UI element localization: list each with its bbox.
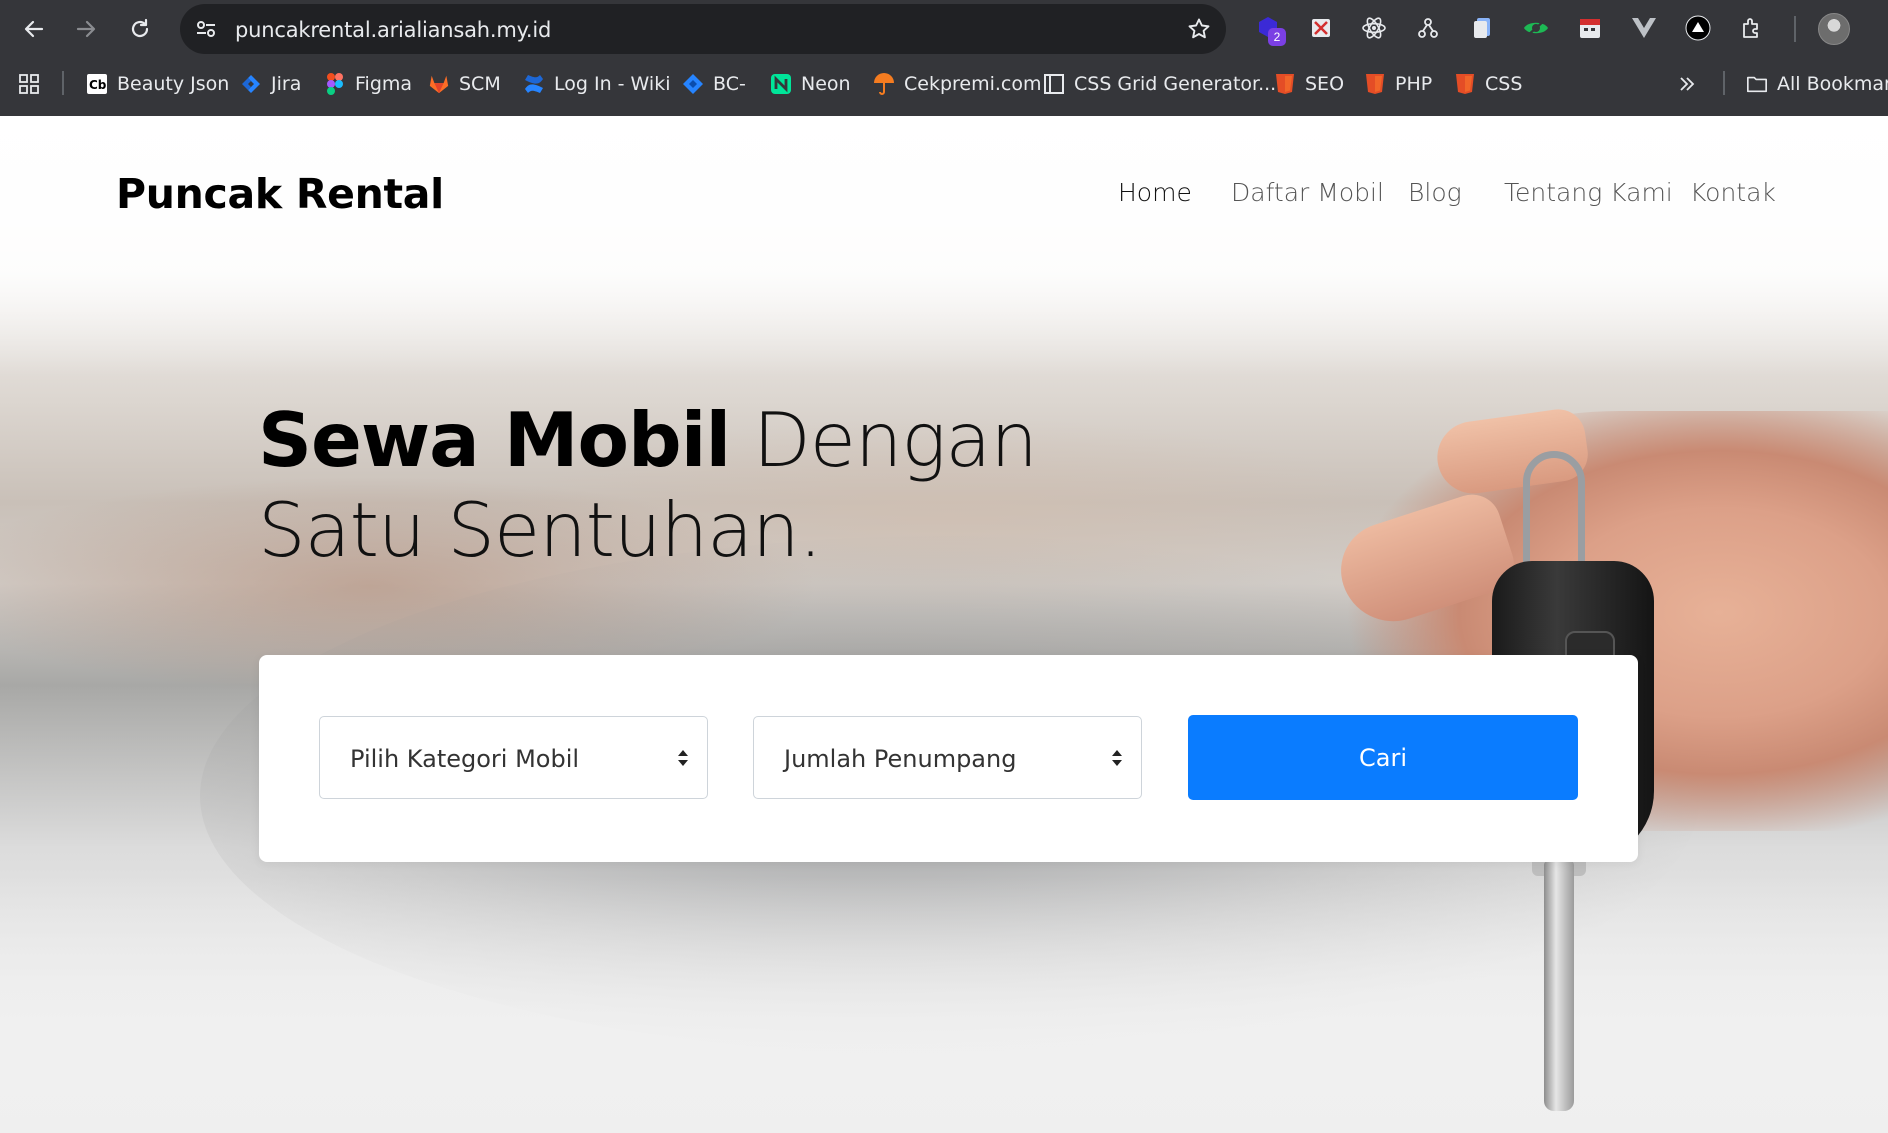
bookmark-label: Jira [271, 73, 302, 95]
url-text[interactable]: puncakrental.arialiansah.my.id [235, 18, 551, 42]
html5-icon [1454, 73, 1476, 95]
back-button[interactable] [16, 11, 52, 47]
extensions-puzzle-icon[interactable] [1738, 14, 1766, 42]
arrow-right-icon [76, 20, 96, 38]
category-select[interactable]: Pilih Kategori Mobil [319, 716, 708, 799]
bookmark-cekpremi[interactable]: Cekpremi.com [873, 70, 1042, 98]
hero-heading-light: Dengan [753, 396, 1038, 484]
site-logo[interactable]: Puncak Rental [116, 170, 444, 218]
select-arrows-icon [678, 750, 688, 766]
bookmark-jira[interactable]: Jira [240, 70, 301, 98]
arrow-left-icon [24, 20, 44, 38]
bookmark-bc[interactable]: BC- [682, 70, 746, 98]
toolbar-divider [1794, 16, 1796, 42]
nav-tentang-kami[interactable]: Tentang Kami [1504, 178, 1673, 207]
search-card: Pilih Kategori Mobil Jumlah Penumpang Ca… [259, 655, 1638, 862]
bookmark-label: PHP [1395, 73, 1433, 95]
bookmark-label: Neon [801, 73, 851, 95]
bookmarks-divider [1723, 71, 1725, 95]
nav-kontak[interactable]: Kontak [1690, 178, 1776, 207]
hero-heading: Sewa Mobil Dengan [258, 396, 1038, 484]
bookmark-scm[interactable]: SCM [428, 70, 501, 98]
category-select-value: Pilih Kategori Mobil [350, 745, 580, 773]
svg-text:Cb: Cb [89, 78, 107, 92]
nav-blog[interactable]: Blog [1408, 178, 1462, 207]
address-bar[interactable]: puncakrental.arialiansah.my.id [180, 4, 1226, 54]
search-button[interactable]: Cari [1188, 715, 1578, 800]
nav-daftar-mobil[interactable]: Daftar Mobil [1231, 178, 1384, 207]
profile-avatar[interactable] [1818, 13, 1850, 45]
bookmark-star-icon[interactable] [1186, 16, 1212, 42]
grid-icon [1043, 73, 1065, 95]
bookmark-seo[interactable]: SEO [1274, 70, 1344, 98]
bookmark-label: BC- [713, 73, 746, 95]
jira-icon [240, 73, 262, 95]
react-devtools-icon[interactable] [1360, 14, 1388, 42]
web-page: Puncak Rental Home Daftar Mobil Blog Ten… [0, 116, 1888, 1133]
car-key-image [1544, 861, 1574, 1111]
all-bookmarks-button[interactable]: All Bookmark [1746, 70, 1888, 98]
background-fade [0, 876, 1888, 1133]
background-fade [0, 116, 1888, 376]
hero-heading-line2: Satu Sentuhan. [258, 486, 822, 574]
vue-devtools-icon[interactable] [1630, 14, 1658, 42]
bookmark-label: Beauty Json [117, 73, 230, 95]
more-bookmarks-button[interactable] [1676, 70, 1707, 98]
bookmarks-divider [62, 71, 64, 95]
bookmark-label: CSS Grid Generator... [1074, 73, 1277, 95]
extension-graph-icon[interactable] [1414, 14, 1442, 42]
diamond-icon [682, 73, 704, 95]
html5-icon [1274, 73, 1296, 95]
reload-icon [131, 18, 149, 38]
browser-chrome: puncakrental.arialiansah.my.id 2 Cb Beau… [0, 0, 1888, 116]
extension-calendar-icon[interactable] [1576, 14, 1604, 42]
extension-eye-icon[interactable] [1522, 14, 1550, 42]
passenger-select-value: Jumlah Penumpang [784, 745, 1017, 773]
forward-button[interactable] [68, 11, 104, 47]
bookmark-label: Figma [355, 73, 413, 95]
bookmark-log-in-wiki[interactable]: Log In - Wiki [523, 70, 671, 98]
bookmark-label: CSS [1485, 73, 1523, 95]
gitlab-icon [428, 73, 450, 95]
figma-icon [324, 73, 346, 95]
bookmark-label: SEO [1305, 73, 1345, 95]
bookmark-css-grid-generator[interactable]: CSS Grid Generator... [1043, 70, 1276, 98]
bookmark-label: Log In - Wiki [554, 73, 671, 95]
extension-screenshot-icon[interactable] [1307, 14, 1335, 42]
browser-toolbar: puncakrental.arialiansah.my.id 2 [0, 0, 1888, 58]
hero-heading-bold: Sewa Mobil [258, 396, 731, 484]
cb-icon: Cb [86, 73, 108, 95]
apps-grid-button[interactable] [18, 70, 49, 98]
bookmark-label: SCM [459, 73, 501, 95]
extension-badge: 2 [1268, 28, 1286, 46]
extension-hexagon-icon[interactable]: 2 [1254, 14, 1286, 46]
site-settings-icon[interactable] [194, 17, 218, 41]
bookmark-figma[interactable]: Figma [324, 70, 412, 98]
extension-docs-icon[interactable] [1468, 14, 1496, 42]
bookmark-label: Cekpremi.com [904, 73, 1042, 95]
apps-grid-icon [18, 73, 40, 95]
select-arrows-icon [1112, 750, 1122, 766]
html5-icon [1364, 73, 1386, 95]
all-bookmarks-label: All Bookmark [1777, 73, 1888, 95]
extension-triangle-icon[interactable] [1684, 14, 1712, 42]
bookmark-neon[interactable]: Neon [770, 70, 851, 98]
bookmark-php[interactable]: PHP [1364, 70, 1432, 98]
reload-button[interactable] [122, 11, 158, 47]
nav-home[interactable]: Home [1118, 178, 1192, 207]
folder-icon [1746, 73, 1768, 95]
confluence-icon [523, 73, 545, 95]
bookmark-css[interactable]: CSS [1454, 70, 1522, 98]
neon-icon [770, 73, 792, 95]
umbrella-icon [873, 73, 895, 95]
chevron-double-right-icon [1676, 73, 1698, 95]
bookmark-beauty-json[interactable]: Cb Beauty Json [86, 70, 229, 98]
passenger-select[interactable]: Jumlah Penumpang [753, 716, 1142, 799]
